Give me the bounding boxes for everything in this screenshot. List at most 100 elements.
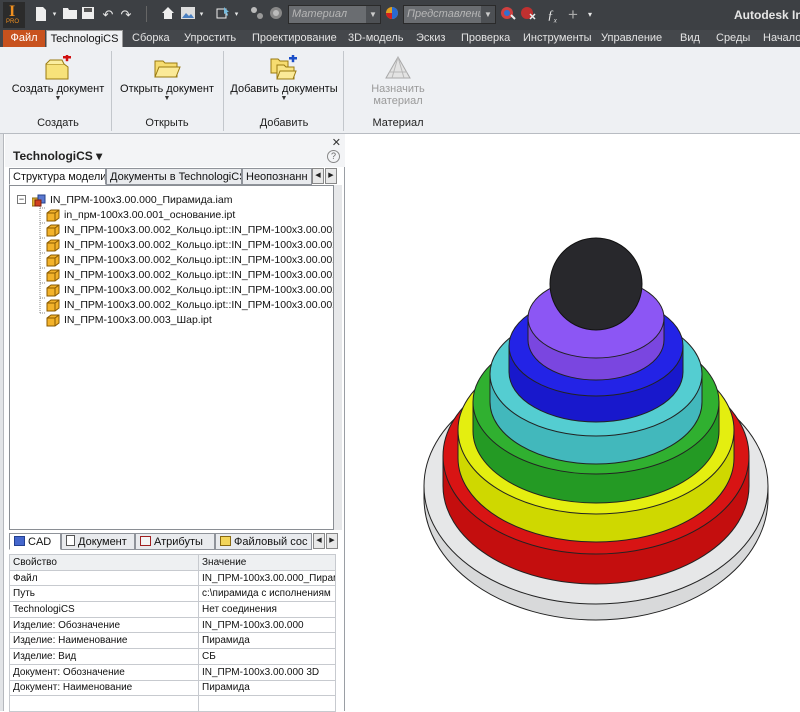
- new-dropdown-icon[interactable]: ▾: [50, 6, 59, 24]
- property-value-empty: [198, 695, 336, 712]
- tab-cad[interactable]: CAD: [9, 533, 61, 550]
- tab-tools[interactable]: Инструменты: [523, 30, 592, 47]
- table-row[interactable]: Изделие: Обозначение IN_ПРМ-100х3.00.000: [9, 616, 336, 634]
- tree-item-label: IN_ПРМ-100х3.00.002_Кольцо.ipt::IN_ПРМ-1…: [64, 299, 334, 311]
- app-logo[interactable]: I PRO: [3, 2, 25, 28]
- appearance-combo[interactable]: Представление ▼: [403, 5, 496, 24]
- property-value: СБ: [198, 648, 336, 665]
- plus-icon[interactable]: +: [566, 6, 580, 24]
- graphics-viewport[interactable]: [346, 134, 800, 711]
- material-combo[interactable]: Материал ▼: [288, 5, 381, 24]
- group-label-create: Создать: [37, 117, 79, 129]
- table-row[interactable]: TechnologiCS Нет соединения: [9, 601, 336, 618]
- part-icon: [46, 284, 60, 297]
- property-name-empty: [9, 695, 199, 712]
- tab-assembly[interactable]: Сборка: [132, 30, 170, 47]
- material-combo-arrow-icon[interactable]: ▼: [366, 6, 380, 23]
- add-documents-button[interactable]: Добавить документы ▼: [229, 49, 339, 103]
- tab-file-composition[interactable]: Файловый сос: [215, 533, 312, 550]
- tab-get-started[interactable]: Начало: [763, 30, 800, 47]
- clear-appearance-icon[interactable]: [519, 6, 537, 24]
- panel-title[interactable]: TechnologiCS ▾: [13, 149, 102, 163]
- redo-icon[interactable]: ↷: [118, 6, 134, 24]
- material-combo-value: Материал: [292, 8, 348, 20]
- property-name: TechnologiCS: [9, 601, 199, 618]
- property-value: IN_ПРМ-100х3.00.000 3D: [198, 663, 336, 681]
- undo-icon[interactable]: ↶: [100, 6, 116, 24]
- select-dropdown-icon[interactable]: ▾: [232, 6, 241, 24]
- title-bar: I PRO ▾ ↶ ↷ ▾ ▾ Материал ▼ Представление…: [0, 0, 800, 30]
- fx-parameters-icon[interactable]: ƒx: [543, 6, 561, 25]
- save-icon[interactable]: [80, 6, 96, 24]
- tab-attributes[interactable]: Атрибуты: [135, 533, 215, 550]
- table-row[interactable]: [9, 695, 336, 712]
- dots-icon[interactable]: [250, 6, 264, 24]
- color-wheel-icon[interactable]: [268, 6, 284, 24]
- tab-simplify[interactable]: Упростить: [184, 30, 236, 47]
- column-header-property[interactable]: Свойство: [9, 554, 199, 571]
- home-icon[interactable]: [160, 6, 176, 24]
- add-documents-dropdown-icon[interactable]: ▼: [229, 95, 339, 103]
- ball-part[interactable]: [549, 237, 643, 331]
- help-icon[interactable]: ?: [327, 150, 340, 163]
- tab-manage[interactable]: Управление: [601, 30, 662, 47]
- tab-sketch[interactable]: Эскиз: [416, 30, 445, 47]
- customize-qat-icon[interactable]: ▾: [584, 6, 596, 24]
- logo-sub: PRO: [6, 19, 20, 25]
- tab-file[interactable]: Файл: [3, 30, 45, 47]
- prop-tabs-scroll-left-icon[interactable]: ◀: [313, 533, 325, 549]
- group-label-material: Материал: [372, 117, 424, 129]
- open-document-button[interactable]: Открыть документ ▼: [117, 49, 217, 103]
- image-dropdown-icon[interactable]: ▾: [197, 6, 206, 24]
- tab-technologics[interactable]: TechnologiCS: [46, 30, 123, 47]
- tree-item-label: IN_ПРМ-100х3.00.002_Кольцо.ipt::IN_ПРМ-1…: [64, 239, 334, 251]
- close-panel-icon[interactable]: ✕: [332, 136, 341, 149]
- table-row[interactable]: Изделие: Наименование Пирамида: [9, 632, 336, 650]
- property-value: с:\пирамида с исполнениям: [198, 585, 336, 603]
- create-document-button[interactable]: Создать документ ▼: [8, 49, 108, 103]
- new-document-icon[interactable]: [33, 6, 49, 24]
- tabs-scroll-left-icon[interactable]: ◀: [312, 168, 324, 184]
- tab-documents-in-technologics[interactable]: Документы в TechnologiCS: [106, 168, 242, 185]
- property-tabs: CAD Документ Атрибуты Файловый сос ◀ ▶: [9, 533, 345, 550]
- tab-view[interactable]: Вид: [680, 30, 700, 47]
- tree-vertical-scrollbar[interactable]: [334, 185, 342, 530]
- image-icon[interactable]: [180, 6, 196, 24]
- tab-design[interactable]: Проектирование: [252, 30, 337, 47]
- appearance-combo-arrow-icon[interactable]: ▼: [481, 6, 495, 23]
- tab-unidentified[interactable]: Неопознанн: [242, 168, 312, 185]
- appearance-ball-icon[interactable]: [384, 6, 400, 24]
- prop-tabs-scroll-right-icon[interactable]: ▶: [326, 533, 338, 549]
- tab-document-label: Документ: [78, 536, 127, 548]
- tree-item-label: IN_ПРМ-100х3.00.002_Кольцо.ipt::IN_ПРМ-1…: [64, 224, 334, 236]
- table-row[interactable]: Документ: Обозначение IN_ПРМ-100х3.00.000…: [9, 663, 336, 681]
- create-document-dropdown-icon[interactable]: ▼: [8, 95, 108, 103]
- add-documents-label: Добавить документы: [230, 83, 338, 95]
- pyramid-model[interactable]: [346, 134, 800, 711]
- open-folder-icon[interactable]: [62, 6, 78, 24]
- tab-inspect[interactable]: Проверка: [461, 30, 510, 47]
- property-name: Путь: [9, 585, 199, 603]
- tab-3d-model[interactable]: 3D-модель: [348, 30, 403, 47]
- panel-dock-strip[interactable]: [0, 134, 4, 711]
- material-pyramid-icon: [383, 55, 413, 81]
- assign-material-button[interactable]: Назначить материал: [346, 49, 450, 107]
- tab-environments[interactable]: Среды: [716, 30, 750, 47]
- tab-document[interactable]: Документ: [61, 533, 135, 550]
- part-icon: [46, 269, 60, 282]
- group-label-add: Добавить: [259, 117, 309, 129]
- column-header-value[interactable]: Значение: [198, 554, 336, 571]
- adjust-appearance-icon[interactable]: [499, 6, 517, 24]
- tabs-scroll-right-icon[interactable]: ▶: [325, 168, 337, 184]
- table-row[interactable]: Изделие: Вид СБ: [9, 648, 336, 665]
- open-document-dropdown-icon[interactable]: ▼: [117, 95, 217, 103]
- select-mode-icon[interactable]: [215, 6, 231, 24]
- tab-model-structure[interactable]: Структура модели: [9, 168, 106, 185]
- table-row[interactable]: Документ: Наименование Пирамида: [9, 679, 336, 697]
- part-icon: [46, 314, 60, 327]
- tab-file-composition-label: Файловый сос: [234, 536, 308, 548]
- open-document-label: Открыть документ: [120, 83, 214, 95]
- table-row[interactable]: Файл IN_ПРМ-100х3.00.000_Пирам: [9, 569, 336, 587]
- part-icon: [46, 209, 60, 222]
- table-row[interactable]: Путь с:\пирамида с исполнениям: [9, 585, 336, 603]
